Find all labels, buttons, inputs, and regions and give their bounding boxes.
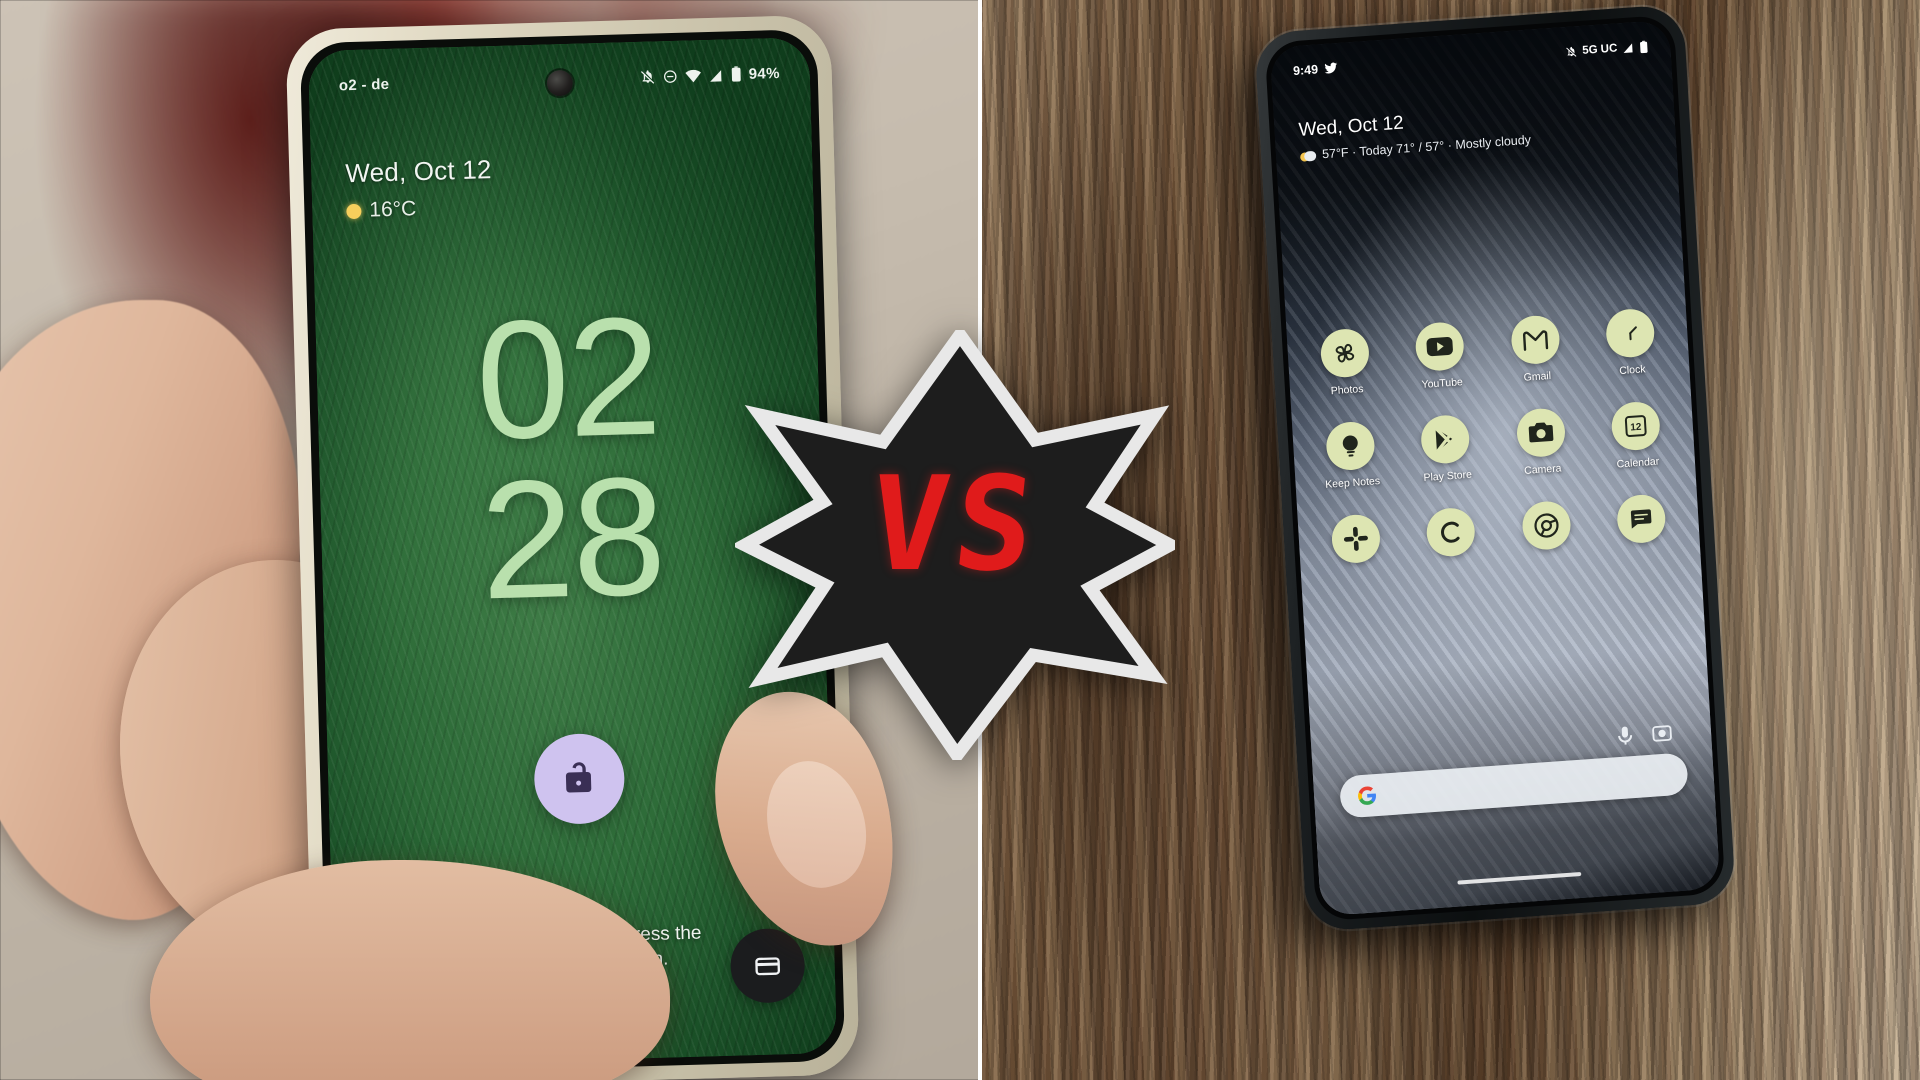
app-label: Gmail [1523,369,1552,384]
clock-icon [1604,307,1656,359]
camera-icon [1515,407,1567,459]
status-right: 5G UC [1565,40,1649,59]
versus-badge: VS [735,330,1175,760]
right-phone-device: 9:49 5G UC Wed, Oct 12 57°F · Today 71° … [1253,3,1737,933]
app-slack[interactable] [1314,512,1399,573]
right-status-bar: 9:49 5G UC [1270,32,1671,86]
app-label: Camera [1523,462,1562,477]
app-photos[interactable]: Photos [1303,326,1389,399]
gesture-home-bar[interactable] [1457,871,1582,885]
app-row-2: Keep Notes Play Store Camera 12 Calendar [1308,399,1679,492]
microphone-icon[interactable] [1614,724,1635,747]
lock-date-label: Wed, Oct 12 [344,154,492,189]
at-a-glance-widget[interactable]: Wed, Oct 12 57°F · Today 71° / 57° · Mos… [1298,104,1531,163]
app-gmail[interactable]: Gmail [1493,313,1579,386]
youtube-icon [1414,320,1466,373]
chrome-icon [1520,499,1572,552]
lock-screen-info: Wed, Oct 12 16°C [345,154,493,223]
app-label: Photos [1330,383,1364,398]
wifi-icon [685,69,702,82]
app-row-3 [1314,492,1684,573]
comparison-screenshot: o2 - de 94% Wed, Oct 12 16°C 02 28 Press… [0,0,1920,1080]
versus-label: VS [862,448,1048,600]
app-keep-notes[interactable]: Keep Notes [1308,419,1394,492]
notifications-off-icon [641,70,655,84]
battery-percent-label: 94% [748,64,780,83]
svg-text:12: 12 [1630,422,1642,434]
google-search-bar[interactable] [1339,752,1689,819]
app-clock[interactable]: Clock [1588,306,1674,379]
slack-icon [1330,513,1382,565]
wallet-icon [755,957,781,976]
app-grid: Photos YouTube Gmail Clock Keep Notes Pl… [1303,306,1686,598]
network-type-label: 5G UC [1581,42,1618,57]
unlock-icon [565,762,591,793]
play-store-icon [1420,413,1471,466]
app-play-store[interactable]: Play Store [1403,413,1489,486]
google-lens-icon[interactable] [1650,721,1673,744]
carrier-label: o2 - de [338,75,390,94]
right-phone-screen[interactable]: 9:49 5G UC Wed, Oct 12 57°F · Today 71° … [1269,19,1721,917]
right-phone-bezel: 9:49 5G UC Wed, Oct 12 57°F · Today 71° … [1264,14,1726,922]
battery-icon [731,66,741,82]
cell-signal-icon [710,69,722,82]
front-camera-punch-hole [546,69,573,97]
app-label: Keep Notes [1324,475,1381,491]
search-actions [1614,721,1673,747]
google-g-icon [1358,786,1377,805]
cell-signal-icon [1623,43,1633,54]
app-camera[interactable]: Camera [1498,406,1584,479]
do-not-disturb-icon [664,69,677,83]
app-messages[interactable] [1599,492,1684,553]
keep-notes-icon [1325,420,1376,472]
status-left: 9:49 [1293,61,1339,78]
battery-icon [1640,40,1648,53]
twitter-icon [1324,62,1338,74]
app-calendar[interactable]: 12 Calendar [1593,399,1679,472]
gmail-icon [1509,314,1561,366]
app-row-1: Photos YouTube Gmail Clock [1303,306,1674,399]
calendar-icon: 12 [1610,400,1662,452]
app-label: Play Store [1423,468,1473,484]
status-clock-label: 9:49 [1292,62,1319,79]
app-c[interactable] [1409,505,1494,566]
app-label: Clock [1618,363,1646,378]
lock-weather[interactable]: 16°C [346,195,493,223]
photos-icon [1319,327,1371,379]
c-app-icon [1425,506,1477,558]
partly-cloudy-icon [1299,149,1317,162]
messages-icon [1615,493,1667,545]
sunny-icon [346,203,362,219]
app-youtube[interactable]: YouTube [1398,320,1484,393]
app-label: YouTube [1421,376,1464,391]
app-chrome[interactable] [1504,499,1589,560]
status-icons: 94% [640,65,780,86]
app-label: Calendar [1616,455,1660,471]
lock-temperature-label: 16°C [369,197,417,222]
notifications-off-icon [1566,46,1577,57]
